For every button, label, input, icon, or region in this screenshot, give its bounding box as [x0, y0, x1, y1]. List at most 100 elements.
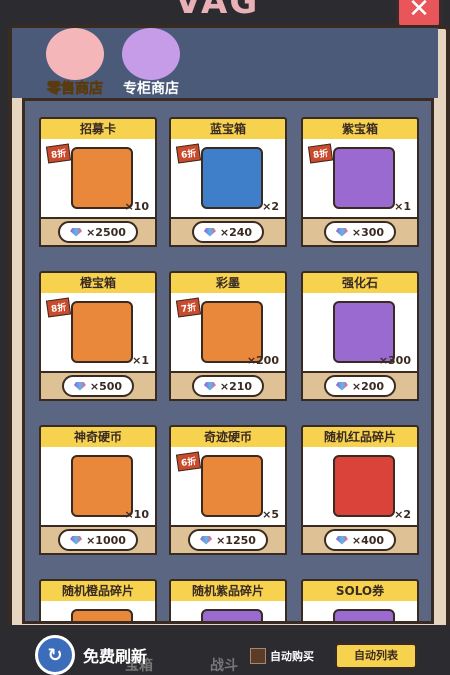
item-shelf: 招募卡 8折 ×10 ×2500 蓝宝箱 6折 ×2 ×240 紫宝箱 8折 ×1 ×300 橙宝箱 8折…	[22, 98, 434, 624]
purple-chest-icon	[333, 147, 395, 209]
price-plank: ×210	[169, 373, 287, 401]
price-plank: ×1000	[39, 527, 157, 555]
cupcake-icon	[122, 28, 180, 80]
gem-icon	[70, 227, 83, 237]
item-price: ×210	[219, 379, 253, 393]
item-body: 6折 ×5	[169, 447, 287, 527]
buy-button[interactable]: ×240	[191, 221, 265, 243]
price-plank: ×1250	[169, 527, 287, 555]
buy-button[interactable]: ×1000	[58, 529, 138, 551]
piglet-mascot-icon	[46, 28, 104, 80]
item-card[interactable]: 随机紫品碎片	[169, 579, 287, 621]
item-price: ×2500	[86, 225, 126, 239]
red-fragment-icon	[333, 455, 395, 517]
item-title: 随机紫品碎片	[169, 579, 287, 601]
discount-badge: 8折	[45, 297, 72, 318]
screen-title: VAG	[175, 0, 260, 22]
buy-button[interactable]: ×2500	[58, 221, 138, 243]
auto-buy-label: 自动购买	[270, 650, 314, 663]
buy-button[interactable]: ×300	[323, 221, 397, 243]
item-card[interactable]: 神奇硬币 ×10 ×1000	[39, 425, 157, 555]
item-card[interactable]: 随机橙品碎片	[39, 579, 157, 621]
item-card[interactable]: 彩墨 7折 ×200 ×210	[169, 271, 287, 401]
auto-list-button[interactable]: 自动列表	[335, 643, 417, 669]
price-plank: ×2500	[39, 219, 157, 247]
discount-badge: 6折	[175, 143, 202, 164]
item-body: ×2	[301, 447, 419, 527]
item-price: ×1250	[216, 533, 256, 547]
refresh-icon: ↻	[35, 635, 75, 675]
auto-buy-checkbox[interactable]	[250, 648, 266, 664]
item-title: 紫宝箱	[301, 117, 419, 139]
item-card[interactable]: 奇迹硬币 6折 ×5 ×1250	[169, 425, 287, 555]
discount-badge: 8折	[307, 143, 334, 164]
item-card[interactable]: 强化石 ×300 ×200	[301, 271, 419, 401]
gem-icon	[203, 381, 216, 391]
orange-chest-icon	[71, 301, 133, 363]
item-title: SOLO券	[301, 579, 419, 601]
tab-counter-shop[interactable]: 专柜商店	[106, 28, 196, 98]
discount-badge: 6折	[175, 451, 202, 472]
item-body: 8折 ×1	[39, 293, 157, 373]
item-price: ×1000	[86, 533, 126, 547]
gem-icon	[70, 535, 83, 545]
buy-button[interactable]: ×210	[191, 375, 265, 397]
item-quantity: ×300	[378, 354, 411, 367]
item-body: 8折 ×1	[301, 139, 419, 219]
item-quantity: ×10	[124, 200, 149, 213]
gem-icon	[203, 227, 216, 237]
item-quantity: ×2	[394, 508, 411, 521]
gem-icon	[73, 381, 86, 391]
item-body	[301, 601, 419, 621]
item-price: ×500	[89, 379, 123, 393]
orange-fragment-icon	[71, 609, 133, 621]
miracle-coin-icon	[201, 455, 263, 517]
item-quantity: ×2	[262, 200, 279, 213]
item-title: 橙宝箱	[39, 271, 157, 293]
gem-icon	[335, 227, 348, 237]
auto-buy-toggle[interactable]: 自动购买	[250, 648, 314, 664]
free-refresh-label: 免费刷新	[83, 647, 148, 666]
buy-button[interactable]: ×500	[61, 375, 135, 397]
discount-badge: 7折	[175, 297, 202, 318]
item-title: 神奇硬币	[39, 425, 157, 447]
blue-chest-icon	[201, 147, 263, 209]
buy-button[interactable]: ×1250	[188, 529, 268, 551]
price-plank: ×240	[169, 219, 287, 247]
discount-badge: 8折	[45, 143, 72, 164]
item-title: 随机红品碎片	[301, 425, 419, 447]
item-body: 8折 ×10	[39, 139, 157, 219]
item-card[interactable]: 随机红品碎片 ×2 ×400	[301, 425, 419, 555]
item-quantity: ×10	[124, 508, 149, 521]
free-refresh-button[interactable]: ↻ 免费刷新	[35, 635, 147, 675]
item-title: 随机橙品碎片	[39, 579, 157, 601]
gem-icon	[200, 535, 213, 545]
item-card[interactable]: 紫宝箱 8折 ×1 ×300	[301, 117, 419, 247]
item-quantity: ×5	[262, 508, 279, 521]
item-title: 彩墨	[169, 271, 287, 293]
item-body: 6折 ×2	[169, 139, 287, 219]
buy-button[interactable]: ×200	[323, 375, 397, 397]
item-price: ×200	[351, 379, 385, 393]
item-body: ×10	[39, 447, 157, 527]
item-price: ×300	[351, 225, 385, 239]
item-body: 7折 ×200	[169, 293, 287, 373]
item-title: 蓝宝箱	[169, 117, 287, 139]
solo-ticket-icon	[333, 609, 395, 621]
tab-label: 专柜商店	[123, 81, 179, 97]
gem-icon	[335, 381, 348, 391]
gem-icon	[335, 535, 348, 545]
item-card[interactable]: 蓝宝箱 6折 ×2 ×240	[169, 117, 287, 247]
item-card[interactable]: SOLO券	[301, 579, 419, 621]
item-body	[39, 601, 157, 621]
item-card[interactable]: 橙宝箱 8折 ×1 ×500	[39, 271, 157, 401]
item-quantity: ×1	[132, 354, 149, 367]
price-plank: ×200	[301, 373, 419, 401]
item-price: ×240	[219, 225, 253, 239]
item-body: ×300	[301, 293, 419, 373]
buy-button[interactable]: ×400	[323, 529, 397, 551]
bg-tab-battle: 战斗	[210, 658, 238, 674]
price-plank: ×400	[301, 527, 419, 555]
item-title: 强化石	[301, 271, 419, 293]
item-card[interactable]: 招募卡 8折 ×10 ×2500	[39, 117, 157, 247]
